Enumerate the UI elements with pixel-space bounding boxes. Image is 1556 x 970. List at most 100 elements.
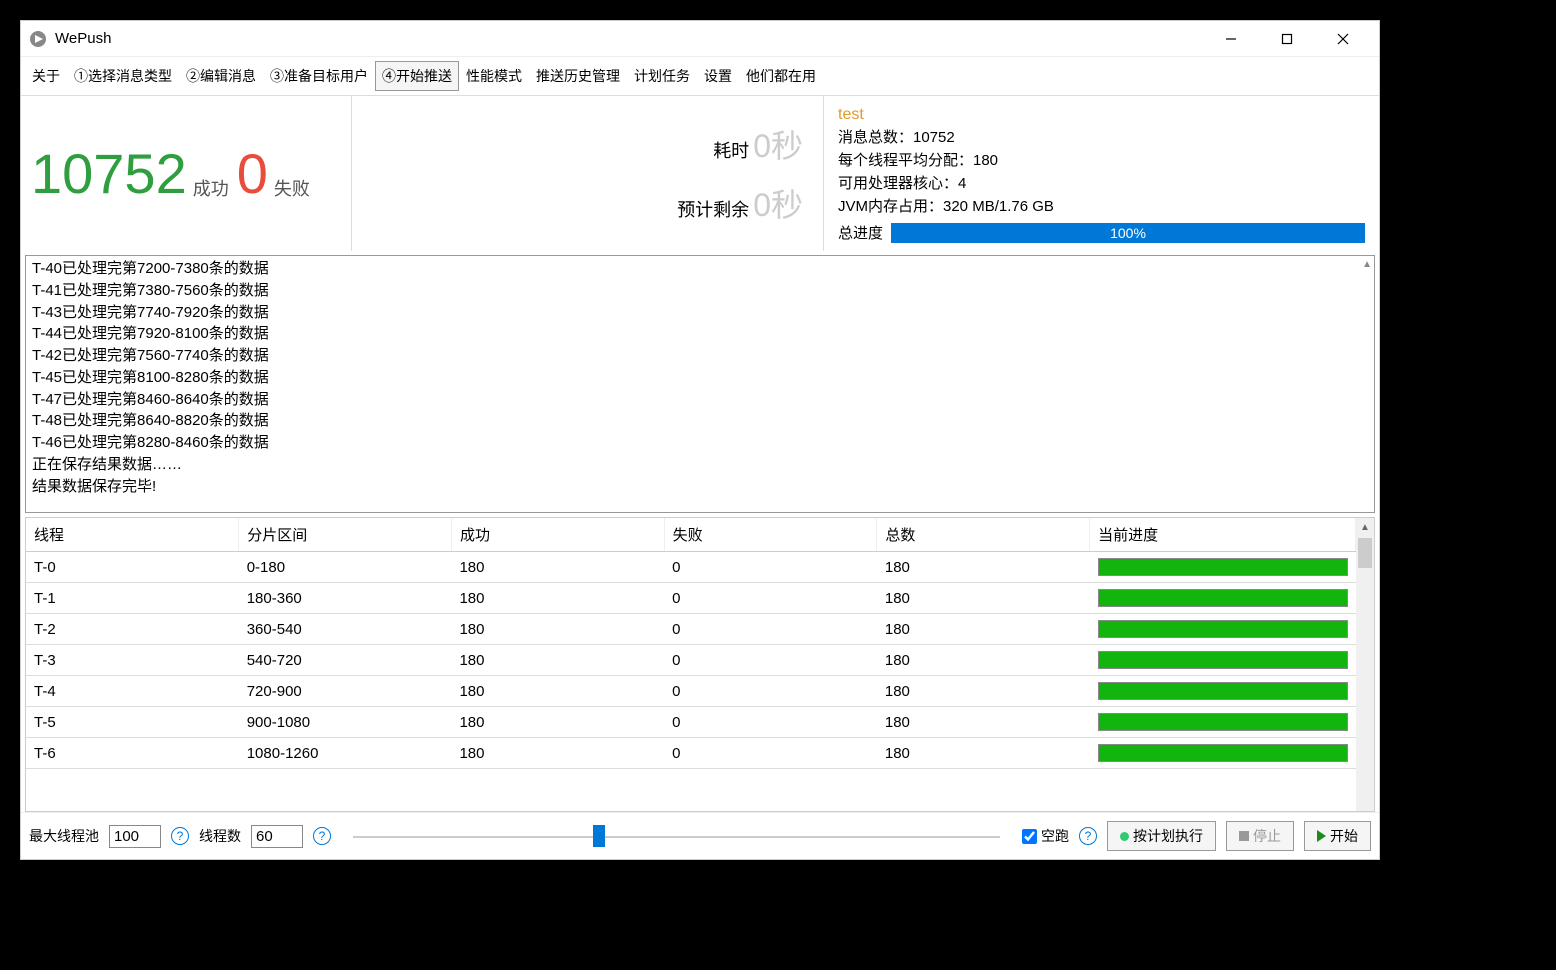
- titlebar: WePush: [21, 21, 1379, 57]
- row-progress-bar: [1098, 589, 1348, 607]
- remain-value: 0秒: [753, 180, 803, 226]
- slider-thumb[interactable]: [593, 825, 605, 847]
- window-title: WePush: [55, 30, 1203, 47]
- table-cell: T-4: [26, 676, 239, 707]
- row-progress-bar: [1098, 682, 1348, 700]
- log-line: T-42已处理完第7560-7740条的数据: [32, 345, 1368, 367]
- help-icon[interactable]: ?: [313, 827, 331, 845]
- log-line: T-47已处理完第8460-8640条的数据: [32, 389, 1368, 411]
- log-textarea[interactable]: ▲ T-40已处理完第7200-7380条的数据T-41已处理完第7380-75…: [25, 255, 1375, 513]
- table-header[interactable]: 线程: [26, 518, 239, 552]
- table-cell: 180: [451, 583, 664, 614]
- fail-count: 0: [237, 141, 268, 206]
- stats-time: 耗时 0秒 预计剩余 0秒: [351, 96, 824, 251]
- bottom-bar: 最大线程池 ? 线程数 ? 空跑 ? 按计划执行 停止 开始: [21, 812, 1379, 859]
- row-progress-cell: [1090, 583, 1356, 614]
- table-cell: T-1: [26, 583, 239, 614]
- scroll-up-icon[interactable]: ▲: [1362, 258, 1372, 273]
- table-cell: 180: [877, 552, 1090, 583]
- app-icon: [29, 30, 47, 48]
- row-progress-cell: [1090, 676, 1356, 707]
- table-header[interactable]: 失败: [664, 518, 877, 552]
- log-line: T-43已处理完第7740-7920条的数据: [32, 302, 1368, 324]
- help-icon[interactable]: ?: [171, 827, 189, 845]
- table-cell: 180: [877, 583, 1090, 614]
- scroll-up-icon[interactable]: ▲: [1360, 518, 1370, 536]
- table-header[interactable]: 成功: [451, 518, 664, 552]
- elapsed-value: 0秒: [753, 121, 803, 167]
- menu-item[interactable]: ②编辑消息: [179, 61, 263, 91]
- menu-item[interactable]: ④开始推送: [375, 61, 459, 91]
- thread-count-input[interactable]: [251, 825, 303, 848]
- table-cell: 0-180: [239, 552, 452, 583]
- help-icon[interactable]: ?: [1079, 827, 1097, 845]
- table-cell: 720-900: [239, 676, 452, 707]
- log-line: T-48已处理完第8640-8820条的数据: [32, 410, 1368, 432]
- table-cell: 180-360: [239, 583, 452, 614]
- table-scrollbar[interactable]: ▲: [1356, 518, 1374, 811]
- log-line: T-44已处理完第7920-8100条的数据: [32, 323, 1368, 345]
- log-line: T-46已处理完第8280-8460条的数据: [32, 432, 1368, 454]
- table-row[interactable]: T-00-1801800180: [26, 552, 1356, 583]
- table-cell: 360-540: [239, 614, 452, 645]
- table-header[interactable]: 总数: [877, 518, 1090, 552]
- table-cell: T-2: [26, 614, 239, 645]
- menu-item[interactable]: 计划任务: [627, 61, 697, 91]
- table-header[interactable]: 分片区间: [239, 518, 452, 552]
- table-cell: T-0: [26, 552, 239, 583]
- table-cell: 180: [877, 645, 1090, 676]
- dryrun-label: 空跑: [1041, 826, 1069, 846]
- table-cell: 540-720: [239, 645, 452, 676]
- thread-slider[interactable]: [353, 826, 1000, 846]
- start-button[interactable]: 开始: [1304, 821, 1371, 851]
- table-row[interactable]: T-2360-5401800180: [26, 614, 1356, 645]
- dryrun-checkbox[interactable]: [1022, 829, 1037, 844]
- table-row[interactable]: T-3540-7201800180: [26, 645, 1356, 676]
- row-progress-bar: [1098, 744, 1348, 762]
- thread-table: 线程分片区间成功失败总数当前进度 T-00-1801800180T-1180-3…: [25, 517, 1375, 812]
- minimize-button[interactable]: [1203, 21, 1259, 57]
- total-progress-bar: 100%: [891, 223, 1365, 243]
- max-pool-input[interactable]: [109, 825, 161, 848]
- stop-button[interactable]: 停止: [1226, 821, 1294, 851]
- table-row[interactable]: T-61080-12601800180: [26, 738, 1356, 769]
- table-cell: 0: [664, 738, 877, 769]
- row-progress-bar: [1098, 651, 1348, 669]
- log-line: T-41已处理完第7380-7560条的数据: [32, 280, 1368, 302]
- table-cell: 180: [451, 707, 664, 738]
- table-cell: 900-1080: [239, 707, 452, 738]
- window-controls: [1203, 21, 1371, 57]
- info-cores: 可用处理器核心：4: [838, 172, 1365, 193]
- stop-icon: [1239, 831, 1249, 841]
- task-title: test: [838, 106, 1365, 124]
- table-cell: T-3: [26, 645, 239, 676]
- elapsed-label: 耗时: [713, 137, 749, 163]
- log-line: 结果数据保存完毕!: [32, 476, 1368, 498]
- maximize-button[interactable]: [1259, 21, 1315, 57]
- table-header[interactable]: 当前进度: [1090, 518, 1356, 552]
- schedule-button[interactable]: 按计划执行: [1107, 821, 1216, 851]
- row-progress-bar: [1098, 558, 1348, 576]
- menu-item[interactable]: 关于: [25, 61, 67, 91]
- table-row[interactable]: T-5900-10801800180: [26, 707, 1356, 738]
- dryrun-checkbox-wrap[interactable]: 空跑: [1022, 826, 1069, 846]
- total-progress-text: 100%: [1110, 225, 1146, 241]
- menu-item[interactable]: 他们都在用: [739, 61, 823, 91]
- start-label: 开始: [1330, 826, 1358, 846]
- table-row[interactable]: T-4720-9001800180: [26, 676, 1356, 707]
- row-progress-cell: [1090, 614, 1356, 645]
- menu-item[interactable]: ①选择消息类型: [67, 61, 179, 91]
- menu-item[interactable]: 设置: [697, 61, 739, 91]
- menu-item[interactable]: 推送历史管理: [529, 61, 627, 91]
- play-icon: [1317, 830, 1326, 842]
- menu-item[interactable]: 性能模式: [459, 61, 529, 91]
- table-cell: 180: [877, 614, 1090, 645]
- close-button[interactable]: [1315, 21, 1371, 57]
- menu-item[interactable]: ③准备目标用户: [263, 61, 375, 91]
- app-window: WePush 关于①选择消息类型②编辑消息③准备目标用户④开始推送性能模式推送历…: [20, 20, 1380, 860]
- row-progress-cell: [1090, 552, 1356, 583]
- table-row[interactable]: T-1180-3601800180: [26, 583, 1356, 614]
- row-progress-cell: [1090, 738, 1356, 769]
- scroll-thumb[interactable]: [1358, 538, 1372, 568]
- success-label: 成功: [193, 175, 229, 201]
